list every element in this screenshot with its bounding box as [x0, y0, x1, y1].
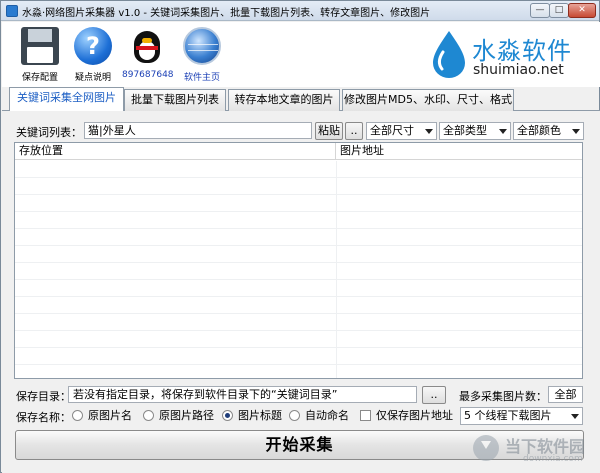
max-images-input[interactable]: 全部 [548, 386, 583, 403]
tab-local-article[interactable]: 转存本地文章的图片 [228, 89, 340, 111]
radio-original-name-label: 原图片名 [88, 409, 132, 422]
help-button[interactable]: ? 疑点说明 [68, 27, 118, 83]
save-dir-input[interactable]: 若没有指定目录，将保存到软件目录下的“关键词目录” [68, 386, 417, 403]
qq-penguin-icon [128, 27, 166, 65]
save-config-label: 保存配置 [21, 73, 58, 83]
type-select[interactable]: 全部类型 [439, 122, 511, 140]
chevron-down-icon [499, 129, 507, 134]
color-select[interactable]: 全部颜色 [513, 122, 584, 140]
max-images-label: 最多采集图片数： [459, 390, 547, 403]
color-select-value: 全部颜色 [517, 124, 561, 137]
water-drop-icon [433, 31, 465, 78]
help-label: 疑点说明 [74, 73, 111, 83]
checkbox-box [360, 410, 371, 421]
brand-domain: shuimiao.net [473, 62, 564, 78]
save-dir-browse-button[interactable]: .. [422, 386, 446, 404]
homepage-button[interactable]: 软件主页 [177, 27, 227, 83]
column-header-location[interactable]: 存放位置 [15, 143, 336, 160]
only-save-address-label: 仅保存图片地址 [376, 409, 453, 422]
type-select-value: 全部类型 [443, 124, 487, 137]
radio-dot [143, 410, 154, 421]
tab-bar: 关键词采集全网图片 批量下载图片列表 转存本地文章的图片 修改图片MD5、水印、… [2, 87, 600, 112]
title-bar[interactable]: 水淼·网络图片采集器 v1.0 - 关键词采集图片、批量下载图片列表、转存文章图… [1, 1, 599, 21]
keywords-input[interactable]: 猫|外星人 [84, 122, 312, 139]
radio-image-title[interactable]: 图片标题 [222, 409, 282, 423]
naming-label: 保存名称： [16, 411, 71, 424]
chevron-down-icon [425, 129, 433, 134]
table-header: 存放位置 图片地址 [15, 143, 582, 160]
radio-dot-selected [222, 410, 233, 421]
radio-original-name[interactable]: 原图片名 [72, 409, 132, 423]
qq-label: 897687648 [122, 70, 174, 80]
radio-original-path[interactable]: 原图片路径 [143, 409, 214, 423]
brand-name-cn: 水淼软件 [472, 37, 572, 65]
brand-logo: 水淼软件 shuimiao.net [432, 30, 592, 82]
keywords-label: 关键词列表： [16, 126, 82, 139]
close-button[interactable]: ✕ [568, 3, 596, 18]
radio-auto-name[interactable]: 自动命名 [289, 409, 349, 423]
radio-auto-name-label: 自动命名 [305, 409, 349, 422]
column-divider [336, 161, 337, 378]
save-dir-label: 保存目录： [16, 390, 71, 403]
thread-count-value: 5 个线程下载图片 [464, 409, 552, 422]
chevron-down-icon [572, 129, 580, 134]
globe-icon [183, 27, 221, 65]
size-select-value: 全部尺寸 [370, 124, 414, 137]
save-config-button[interactable]: 保存配置 [15, 27, 65, 83]
floppy-icon [21, 27, 59, 65]
only-save-address-checkbox[interactable]: 仅保存图片地址 [360, 409, 453, 423]
paste-button[interactable]: 粘贴 [315, 122, 343, 140]
result-table[interactable]: 存放位置 图片地址 [14, 142, 583, 379]
radio-dot [289, 410, 300, 421]
thread-count-select[interactable]: 5 个线程下载图片 [460, 407, 583, 425]
toolbar: 保存配置 ? 疑点说明 897687648 软件主页 水淼软件 shuimiao… [2, 22, 600, 87]
watermark: 当下软件园 downxia.com [473, 431, 595, 471]
tab-modify-image[interactable]: 修改图片MD5、水印、尺寸、格式 [342, 89, 514, 111]
radio-image-title-label: 图片标题 [238, 409, 282, 422]
app-window: 水淼·网络图片采集器 v1.0 - 关键词采集图片、批量下载图片列表、转存文章图… [0, 0, 600, 473]
size-select[interactable]: 全部尺寸 [366, 122, 437, 140]
watermark-domain: downxia.com [523, 454, 583, 464]
radio-dot [72, 410, 83, 421]
app-icon [6, 5, 18, 17]
download-arrow-icon [473, 435, 499, 461]
homepage-label: 软件主页 [183, 73, 220, 83]
keywords-browse-button[interactable]: .. [345, 122, 363, 140]
tab-keyword-collect[interactable]: 关键词采集全网图片 [9, 87, 124, 112]
minimize-button[interactable]: — [530, 3, 550, 18]
table-body [15, 161, 582, 378]
chevron-down-icon [571, 414, 579, 419]
help-icon: ? [74, 27, 112, 65]
radio-original-path-label: 原图片路径 [159, 409, 214, 422]
maximize-button[interactable]: □ [549, 3, 569, 18]
qq-button[interactable]: 897687648 [122, 27, 174, 80]
column-header-image-url[interactable]: 图片地址 [336, 143, 582, 160]
tab-batch-download[interactable]: 批量下载图片列表 [124, 89, 226, 111]
keyword-collect-panel: 关键词列表： 猫|外星人 粘贴 .. 全部尺寸 全部类型 全部颜色 存放位置 图… [2, 111, 600, 473]
window-title: 水淼·网络图片采集器 v1.0 - 关键词采集图片、批量下载图片列表、转存文章图… [22, 8, 431, 19]
